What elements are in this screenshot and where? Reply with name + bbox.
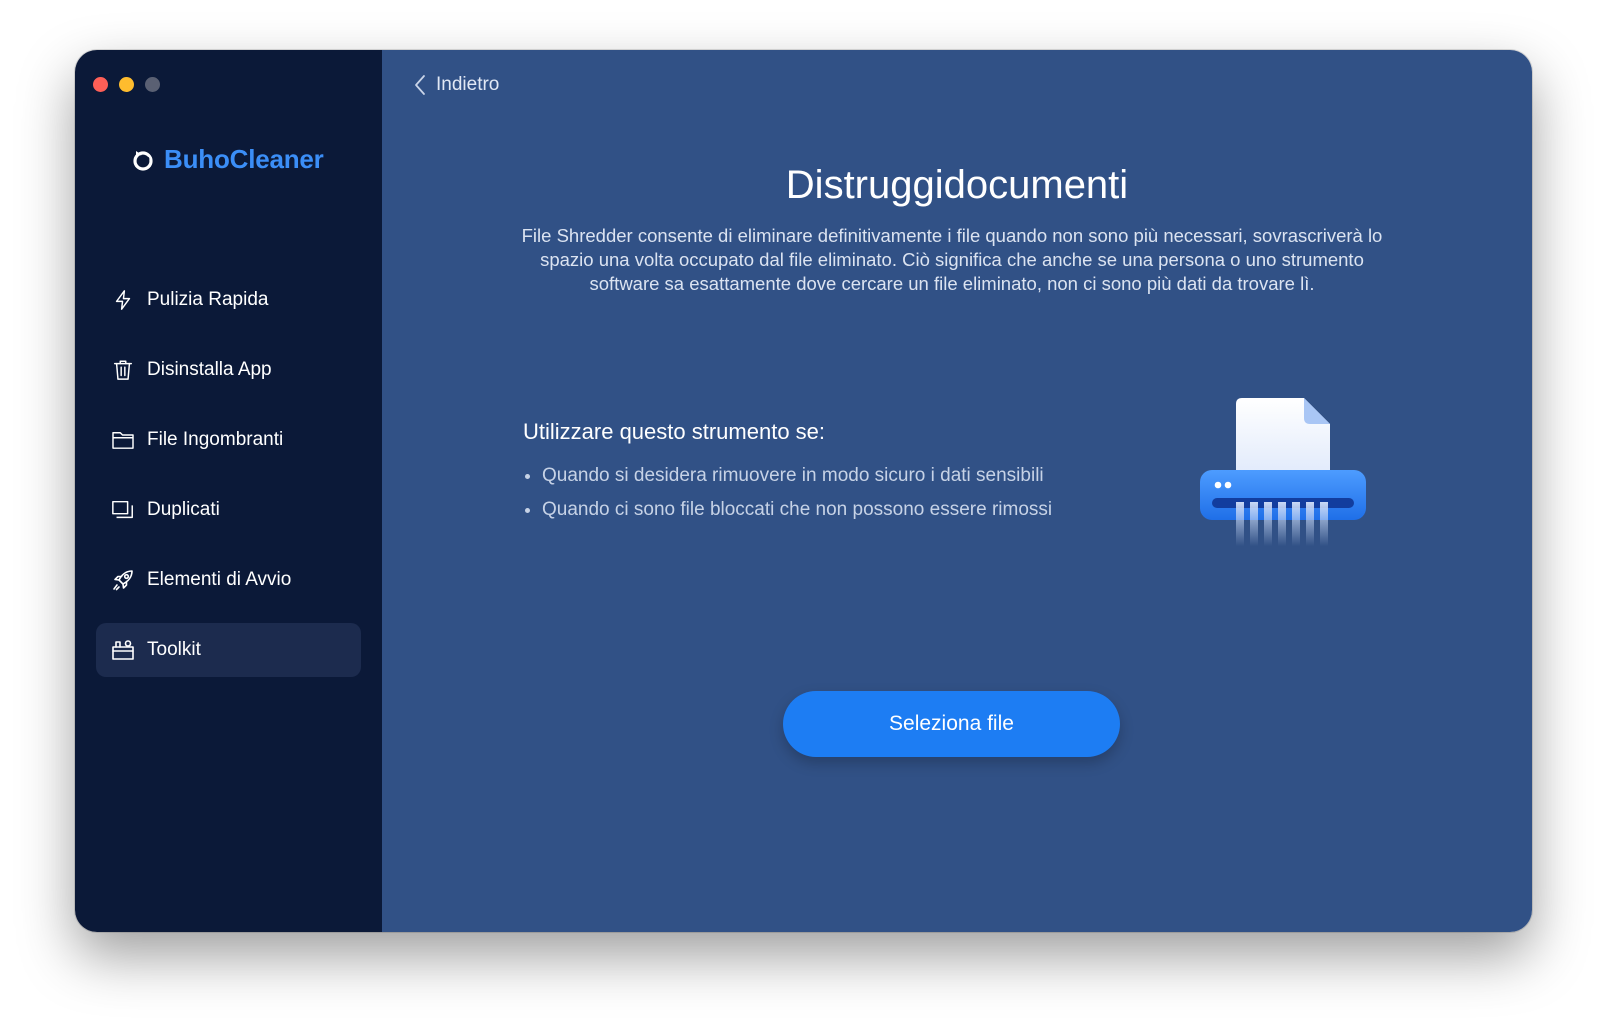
sidebar-item-disinstalla-app[interactable]: Disinstalla App — [96, 343, 361, 397]
lightning-icon — [110, 287, 136, 313]
rocket-icon — [110, 567, 136, 593]
list-item: Quando si desidera rimuovere in modo sic… — [523, 459, 1123, 493]
sidebar-item-file-ingombranti[interactable]: File Ingombranti — [96, 413, 361, 467]
folder-icon — [110, 427, 136, 453]
app-window: BuhoCleaner Pulizia Rapida Disinstalla A… — [75, 50, 1532, 932]
toolkit-icon — [110, 637, 136, 663]
usage-item-text: Quando si desidera rimuovere in modo sic… — [542, 465, 1044, 486]
sidebar-item-label: Disinstalla App — [147, 359, 272, 380]
sidebar-item-label: Toolkit — [147, 639, 201, 660]
sidebar-item-label: Duplicati — [147, 499, 220, 520]
main-content: Indietro Distruggidocumenti File Shredde… — [382, 50, 1532, 932]
brand-name: BuhoCleaner — [164, 144, 324, 174]
sidebar-item-label: Elementi di Avvio — [147, 569, 292, 590]
back-label: Indietro — [436, 74, 500, 95]
sidebar-nav: Pulizia Rapida Disinstalla App File Ingo… — [96, 273, 361, 693]
usage-section: Utilizzare questo strumento se: Quando s… — [523, 419, 1123, 527]
select-file-button[interactable]: Seleziona file — [783, 691, 1120, 757]
zoom-window-button[interactable] — [145, 77, 160, 92]
shredder-icon — [1200, 398, 1366, 546]
sidebar-item-elementi-di-avvio[interactable]: Elementi di Avvio — [96, 553, 361, 607]
list-item: Quando ci sono file bloccati che non pos… — [523, 493, 1123, 527]
usage-item-text: Quando ci sono file bloccati che non pos… — [542, 499, 1053, 520]
close-window-button[interactable] — [93, 77, 108, 92]
sidebar-item-label: Pulizia Rapida — [147, 289, 269, 310]
back-button[interactable]: Indietro — [414, 74, 499, 96]
trash-icon — [110, 357, 136, 383]
sidebar: BuhoCleaner Pulizia Rapida Disinstalla A… — [75, 50, 382, 932]
sidebar-item-label: File Ingombranti — [147, 429, 284, 450]
bullet-icon — [525, 507, 530, 513]
minimize-window-button[interactable] — [119, 77, 134, 92]
window-controls — [93, 77, 160, 92]
sidebar-item-toolkit[interactable]: Toolkit — [96, 623, 361, 677]
brand: BuhoCleaner — [130, 144, 324, 175]
buhocleaner-logo-icon — [133, 150, 153, 171]
usage-list: Quando si desidera rimuovere in modo sic… — [523, 459, 1123, 527]
duplicate-icon — [110, 497, 136, 523]
chevron-left-icon — [415, 75, 425, 95]
page-title: Distruggidocumenti — [785, 163, 1129, 207]
sidebar-item-pulizia-rapida[interactable]: Pulizia Rapida — [96, 273, 361, 327]
bullet-icon — [525, 473, 530, 479]
page-description: File Shredder consente di eliminare defi… — [521, 225, 1383, 294]
usage-heading: Utilizzare questo strumento se: — [523, 419, 826, 444]
sidebar-item-duplicati[interactable]: Duplicati — [96, 483, 361, 537]
